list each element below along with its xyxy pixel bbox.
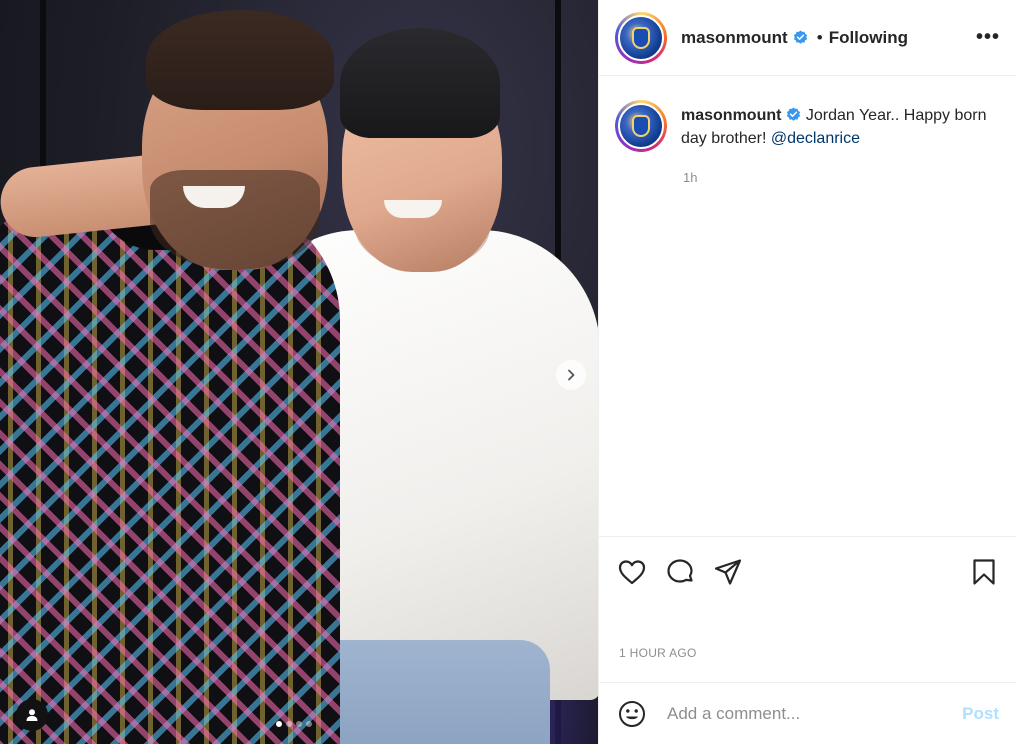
separator: •: [816, 27, 823, 47]
avatar[interactable]: [615, 11, 667, 64]
share-icon[interactable]: [713, 557, 743, 587]
person-hair: [146, 10, 334, 110]
header-username[interactable]: masonmount: [681, 28, 788, 48]
caption-section: masonmount Jordan Year.. Happy born day …: [599, 76, 1016, 536]
action-bar: [599, 536, 1016, 606]
carousel-next-button[interactable]: [556, 360, 586, 390]
person-patterned-sweater: [0, 200, 340, 744]
following-button[interactable]: Following: [829, 28, 908, 48]
caption-username[interactable]: masonmount: [681, 107, 781, 124]
post-photo[interactable]: [0, 0, 598, 744]
person-cap: [340, 28, 500, 138]
carousel-dot: [286, 721, 292, 727]
comment-icon[interactable]: [665, 557, 695, 587]
post-comment-button[interactable]: Post: [962, 704, 999, 724]
carousel-indicator: [276, 721, 312, 727]
caption: masonmount Jordan Year.. Happy born day …: [681, 104, 991, 152]
heart-icon[interactable]: [617, 557, 647, 587]
bookmark-icon[interactable]: [969, 557, 999, 587]
carousel-dot: [306, 721, 312, 727]
avatar[interactable]: [615, 100, 667, 152]
person-beard: [150, 170, 320, 270]
verified-icon: [787, 107, 801, 121]
chevron-right-icon: [568, 369, 575, 381]
comment-bar: Post: [599, 682, 1016, 744]
caption-mention[interactable]: @declanrice: [771, 130, 860, 147]
emoji-icon[interactable]: [617, 699, 647, 729]
more-icon[interactable]: •••: [976, 26, 1000, 49]
caption-timestamp[interactable]: 1h: [683, 170, 1000, 185]
carousel-dot-active: [276, 721, 282, 727]
post-sidebar: masonmount • Following ••• masonmount Jo…: [598, 0, 1016, 744]
carousel-dot: [296, 721, 302, 727]
verified-icon: [793, 30, 807, 44]
post-date[interactable]: 1 HOUR AGO: [619, 646, 697, 660]
comment-input[interactable]: [667, 703, 963, 724]
user-tag-icon: [26, 709, 38, 721]
person-smile: [384, 200, 442, 218]
post-header: masonmount • Following •••: [599, 0, 1016, 76]
user-tags-button[interactable]: [16, 699, 48, 731]
